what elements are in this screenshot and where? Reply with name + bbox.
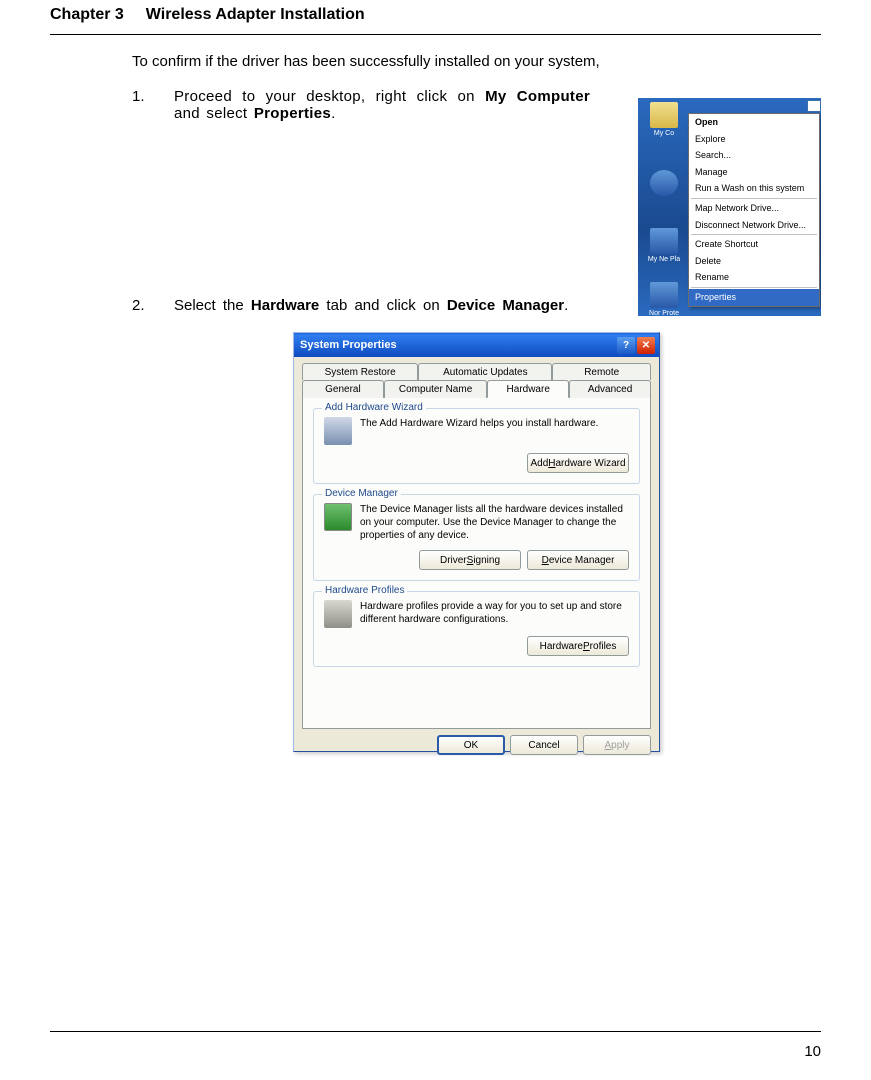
hardware-profiles-text: Hardware profiles provide a way for you … [360,600,629,626]
apply-button[interactable]: Apply [583,735,651,755]
divider-bottom [50,1031,821,1032]
device-manager-text: The Device Manager lists all the hardwar… [360,503,629,542]
tab-content-hardware: Add Hardware Wizard The Add Hardware Wiz… [302,397,651,729]
tab-automatic-updates[interactable]: Automatic Updates [418,363,552,380]
desktop-icon-4[interactable]: Nor Prote [646,282,682,316]
legend-device-manager: Device Manager [322,488,401,499]
tab-general[interactable]: General [302,380,384,398]
context-menu-item[interactable]: Create Shortcut [689,236,819,253]
hardware-profiles-button[interactable]: Hardware Profiles [527,636,629,656]
wizard-text: The Add Hardware Wizard helps you instal… [360,417,629,430]
device-manager-icon [324,503,352,531]
cancel-button[interactable]: Cancel [510,735,578,755]
context-menu-item[interactable]: Manage [689,164,819,181]
wizard-icon [324,417,352,445]
context-menu-item[interactable]: Map Network Drive... [689,200,819,217]
close-button[interactable]: ✕ [637,337,655,354]
tab-hardware[interactable]: Hardware [487,380,569,398]
context-menu-item[interactable]: Rename [689,269,819,286]
context-menu-separator [691,234,817,235]
context-menu-item[interactable]: Run a Wash on this system [689,180,819,197]
page-number: 10 [804,1043,821,1060]
intro-text: To confirm if the driver has been succes… [132,53,821,70]
step-1-text: Proceed to your desktop, right click on … [174,88,590,122]
context-menu-separator [691,287,817,288]
dialog-buttons: OK Cancel Apply [294,729,659,761]
tab-computer-name[interactable]: Computer Name [384,380,487,398]
desktop-icon-mycomputer[interactable]: My Co [646,102,682,137]
device-manager-button[interactable]: Device Manager [527,550,629,570]
desktop-screenshot: My Co My Ne Pla Nor Prote OpenExploreSea… [638,98,821,316]
system-properties-dialog: System Properties ? ✕ System Restore Aut… [293,332,660,752]
chapter-title: Wireless Adapter Installation [146,6,365,23]
chapter-number: Chapter 3 [50,6,124,23]
divider-top [50,34,821,35]
tab-remote[interactable]: Remote [552,363,651,380]
desktop-icon-network[interactable]: My Ne Pla [646,228,682,263]
step-1-number: 1. [132,88,174,105]
dialog-titlebar[interactable]: System Properties ? ✕ [294,333,659,357]
fieldset-device-manager: Device Manager The Device Manager lists … [313,494,640,581]
fieldset-add-hardware-wizard: Add Hardware Wizard The Add Hardware Wiz… [313,408,640,484]
driver-signing-button[interactable]: Driver Signing [419,550,521,570]
chapter-header: Chapter 3 Wireless Adapter Installation [50,6,821,34]
context-menu-item[interactable]: Disconnect Network Drive... [689,217,819,234]
context-menu-separator [691,198,817,199]
context-menu-item[interactable]: Search... [689,147,819,164]
legend-hardware-profiles: Hardware Profiles [322,585,407,596]
fieldset-hardware-profiles: Hardware Profiles Hardware profiles prov… [313,591,640,667]
desktop-icon-2[interactable] [646,170,682,198]
tabs-row-bottom: General Computer Name Hardware Advanced [302,380,651,398]
step-2-number: 2. [132,297,174,314]
step-2-text: Select the Hardware tab and click on Dev… [174,297,590,314]
legend-wizard: Add Hardware Wizard [322,402,426,413]
hardware-profiles-icon [324,600,352,628]
context-menu-item[interactable]: Explore [689,131,819,148]
context-menu-item[interactable]: Delete [689,253,819,270]
add-hardware-wizard-button[interactable]: Add Hardware Wizard [527,453,629,473]
help-button[interactable]: ? [617,337,635,354]
context-menu-item[interactable]: Properties [689,289,819,306]
context-menu-item[interactable]: Open [689,114,819,131]
window-rect-icon [807,100,821,112]
tabs-row-top: System Restore Automatic Updates Remote [302,363,651,380]
tab-system-restore[interactable]: System Restore [302,363,418,380]
tab-advanced[interactable]: Advanced [569,380,651,398]
context-menu: OpenExploreSearch...ManageRun a Wash on … [688,113,820,307]
ok-button[interactable]: OK [437,735,505,755]
dialog-title: System Properties [300,339,615,351]
